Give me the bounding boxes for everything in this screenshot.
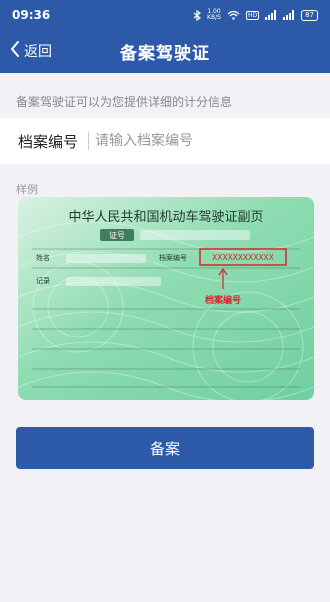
- field-divider: [88, 132, 89, 150]
- sample-license-card: 中华人民共和国机动车驾驶证副页 证号 姓名 档案编号 XXXXXXXXXXXX …: [18, 197, 314, 400]
- status-time: 09:36: [12, 8, 51, 22]
- nav-bar: 返回 备案驾驶证: [0, 30, 330, 73]
- annotation-label: 档案编号: [205, 294, 241, 306]
- blurred-record: [66, 277, 161, 286]
- network-speed: 1.00 KB/S: [207, 8, 221, 21]
- record-label: 记录: [36, 277, 50, 285]
- file-number-input[interactable]: [95, 133, 312, 149]
- signal-icon-1: [265, 10, 277, 20]
- license-no-label: 证号: [109, 231, 125, 240]
- blurred-license-no: [140, 230, 250, 240]
- form-hint: 备案驾驶证可以为您提供详细的计分信息: [16, 95, 233, 109]
- blurred-name: [66, 254, 146, 263]
- card-title: 中华人民共和国机动车驾驶证副页: [68, 209, 263, 225]
- status-bar: 09:36 1.00 KB/S HD 87: [0, 0, 330, 30]
- file-no-mask: XXXXXXXXXXXX: [212, 253, 274, 262]
- bluetooth-icon: [193, 9, 202, 21]
- chevron-left-icon: [10, 41, 20, 61]
- app-header: 09:36 1.00 KB/S HD 87 返回 备案驾驶证: [0, 0, 330, 73]
- back-button[interactable]: 返回: [10, 40, 52, 62]
- name-label: 姓名: [36, 253, 50, 262]
- signal-icon-2: [283, 10, 295, 20]
- file-number-row: 档案编号: [0, 118, 330, 164]
- status-icons: 1.00 KB/S HD 87: [193, 9, 318, 21]
- hd-badge: HD: [245, 10, 260, 20]
- battery-icon: 87: [301, 9, 318, 21]
- back-label: 返回: [24, 44, 52, 60]
- wifi-icon: [227, 10, 240, 20]
- file-no-label: 档案编号: [159, 253, 187, 262]
- submit-button[interactable]: 备案: [16, 427, 314, 469]
- license-card-image: 中华人民共和国机动车驾驶证副页 证号 姓名 档案编号 XXXXXXXXXXXX …: [18, 197, 314, 400]
- sample-label: 样例: [16, 183, 38, 196]
- file-number-label: 档案编号: [18, 132, 79, 151]
